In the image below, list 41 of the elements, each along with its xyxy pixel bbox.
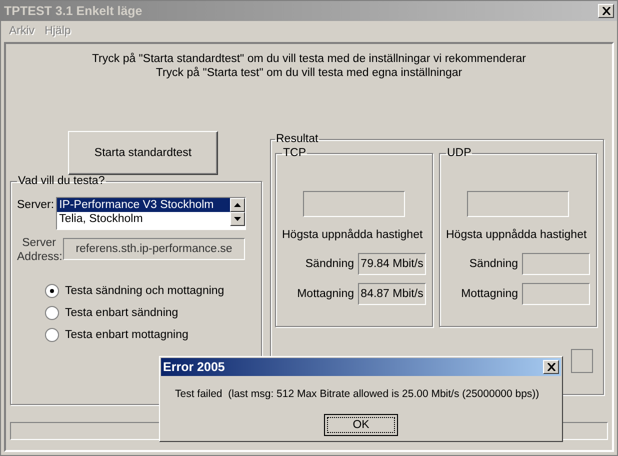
close-button[interactable] xyxy=(543,360,559,374)
top-speed-label: Högsta uppnådda hastighet xyxy=(282,229,423,241)
send-value-field: 79.84 Mbit/s xyxy=(358,253,426,275)
option-label[interactable]: Testa enbart sändning xyxy=(65,307,178,319)
error-message: Test failed (last msg: 512 Max Bitrate allowed is 25.00 Mbit/s (25000000 bps)) xyxy=(174,387,540,400)
group-label: TCP xyxy=(282,147,307,159)
group-label: Resultat xyxy=(275,133,320,145)
option-label[interactable]: Testa sändning och mottagning xyxy=(65,285,224,297)
close-icon xyxy=(546,363,556,371)
server-list[interactable]: IP-Performance V3 Stockholm Telia, Stockholm xyxy=(56,197,246,230)
dialog-title: Error 2005 xyxy=(163,360,225,374)
receive-value-field: 84.87 Mbit/s xyxy=(358,283,426,305)
down-arrow-icon xyxy=(234,217,242,221)
option-label[interactable]: Testa enbart mottagning xyxy=(65,329,188,341)
send-label: Sändning xyxy=(305,258,354,270)
radio-button[interactable] xyxy=(45,284,59,298)
window-title: TPTEST 3.1 Enkelt läge xyxy=(4,4,142,18)
server-label: Server: xyxy=(17,198,54,211)
radio-button[interactable] xyxy=(45,306,59,320)
send-label: Sändning xyxy=(469,258,518,270)
address-field: referens.sth.ip-performance.se xyxy=(63,238,245,260)
address-label: Server Address: xyxy=(17,236,61,264)
server-list-item[interactable]: IP-Performance V3 Stockholm xyxy=(57,198,230,212)
scroll-down-button[interactable] xyxy=(230,212,246,226)
ok-button[interactable]: OK xyxy=(324,414,398,436)
close-button[interactable] xyxy=(598,4,614,18)
top-speed-label: Högsta uppnådda hastighet xyxy=(446,229,587,241)
server-list-item[interactable]: Telia, Stockholm xyxy=(57,212,230,226)
radio-button[interactable] xyxy=(45,328,59,342)
receive-label: Mottagning xyxy=(461,288,518,300)
standard-test-button[interactable]: Starta standardtest xyxy=(68,131,218,175)
group-label: UDP xyxy=(446,147,472,159)
send-value-field xyxy=(522,253,590,275)
instruction-text: Tryck på "Starta test" om du vill testa med egna inställningar xyxy=(154,66,464,80)
instruction-text: Tryck på "Starta standardtest" om du vill testa med de inställningar vi rekommenderar xyxy=(90,52,528,66)
up-arrow-icon xyxy=(234,203,242,207)
receive-value-field xyxy=(522,283,590,305)
close-icon xyxy=(602,7,610,15)
receive-label: Mottagning xyxy=(297,288,354,300)
group-label: Vad vill du testa? xyxy=(17,175,106,187)
scroll-up-button[interactable] xyxy=(230,198,246,212)
